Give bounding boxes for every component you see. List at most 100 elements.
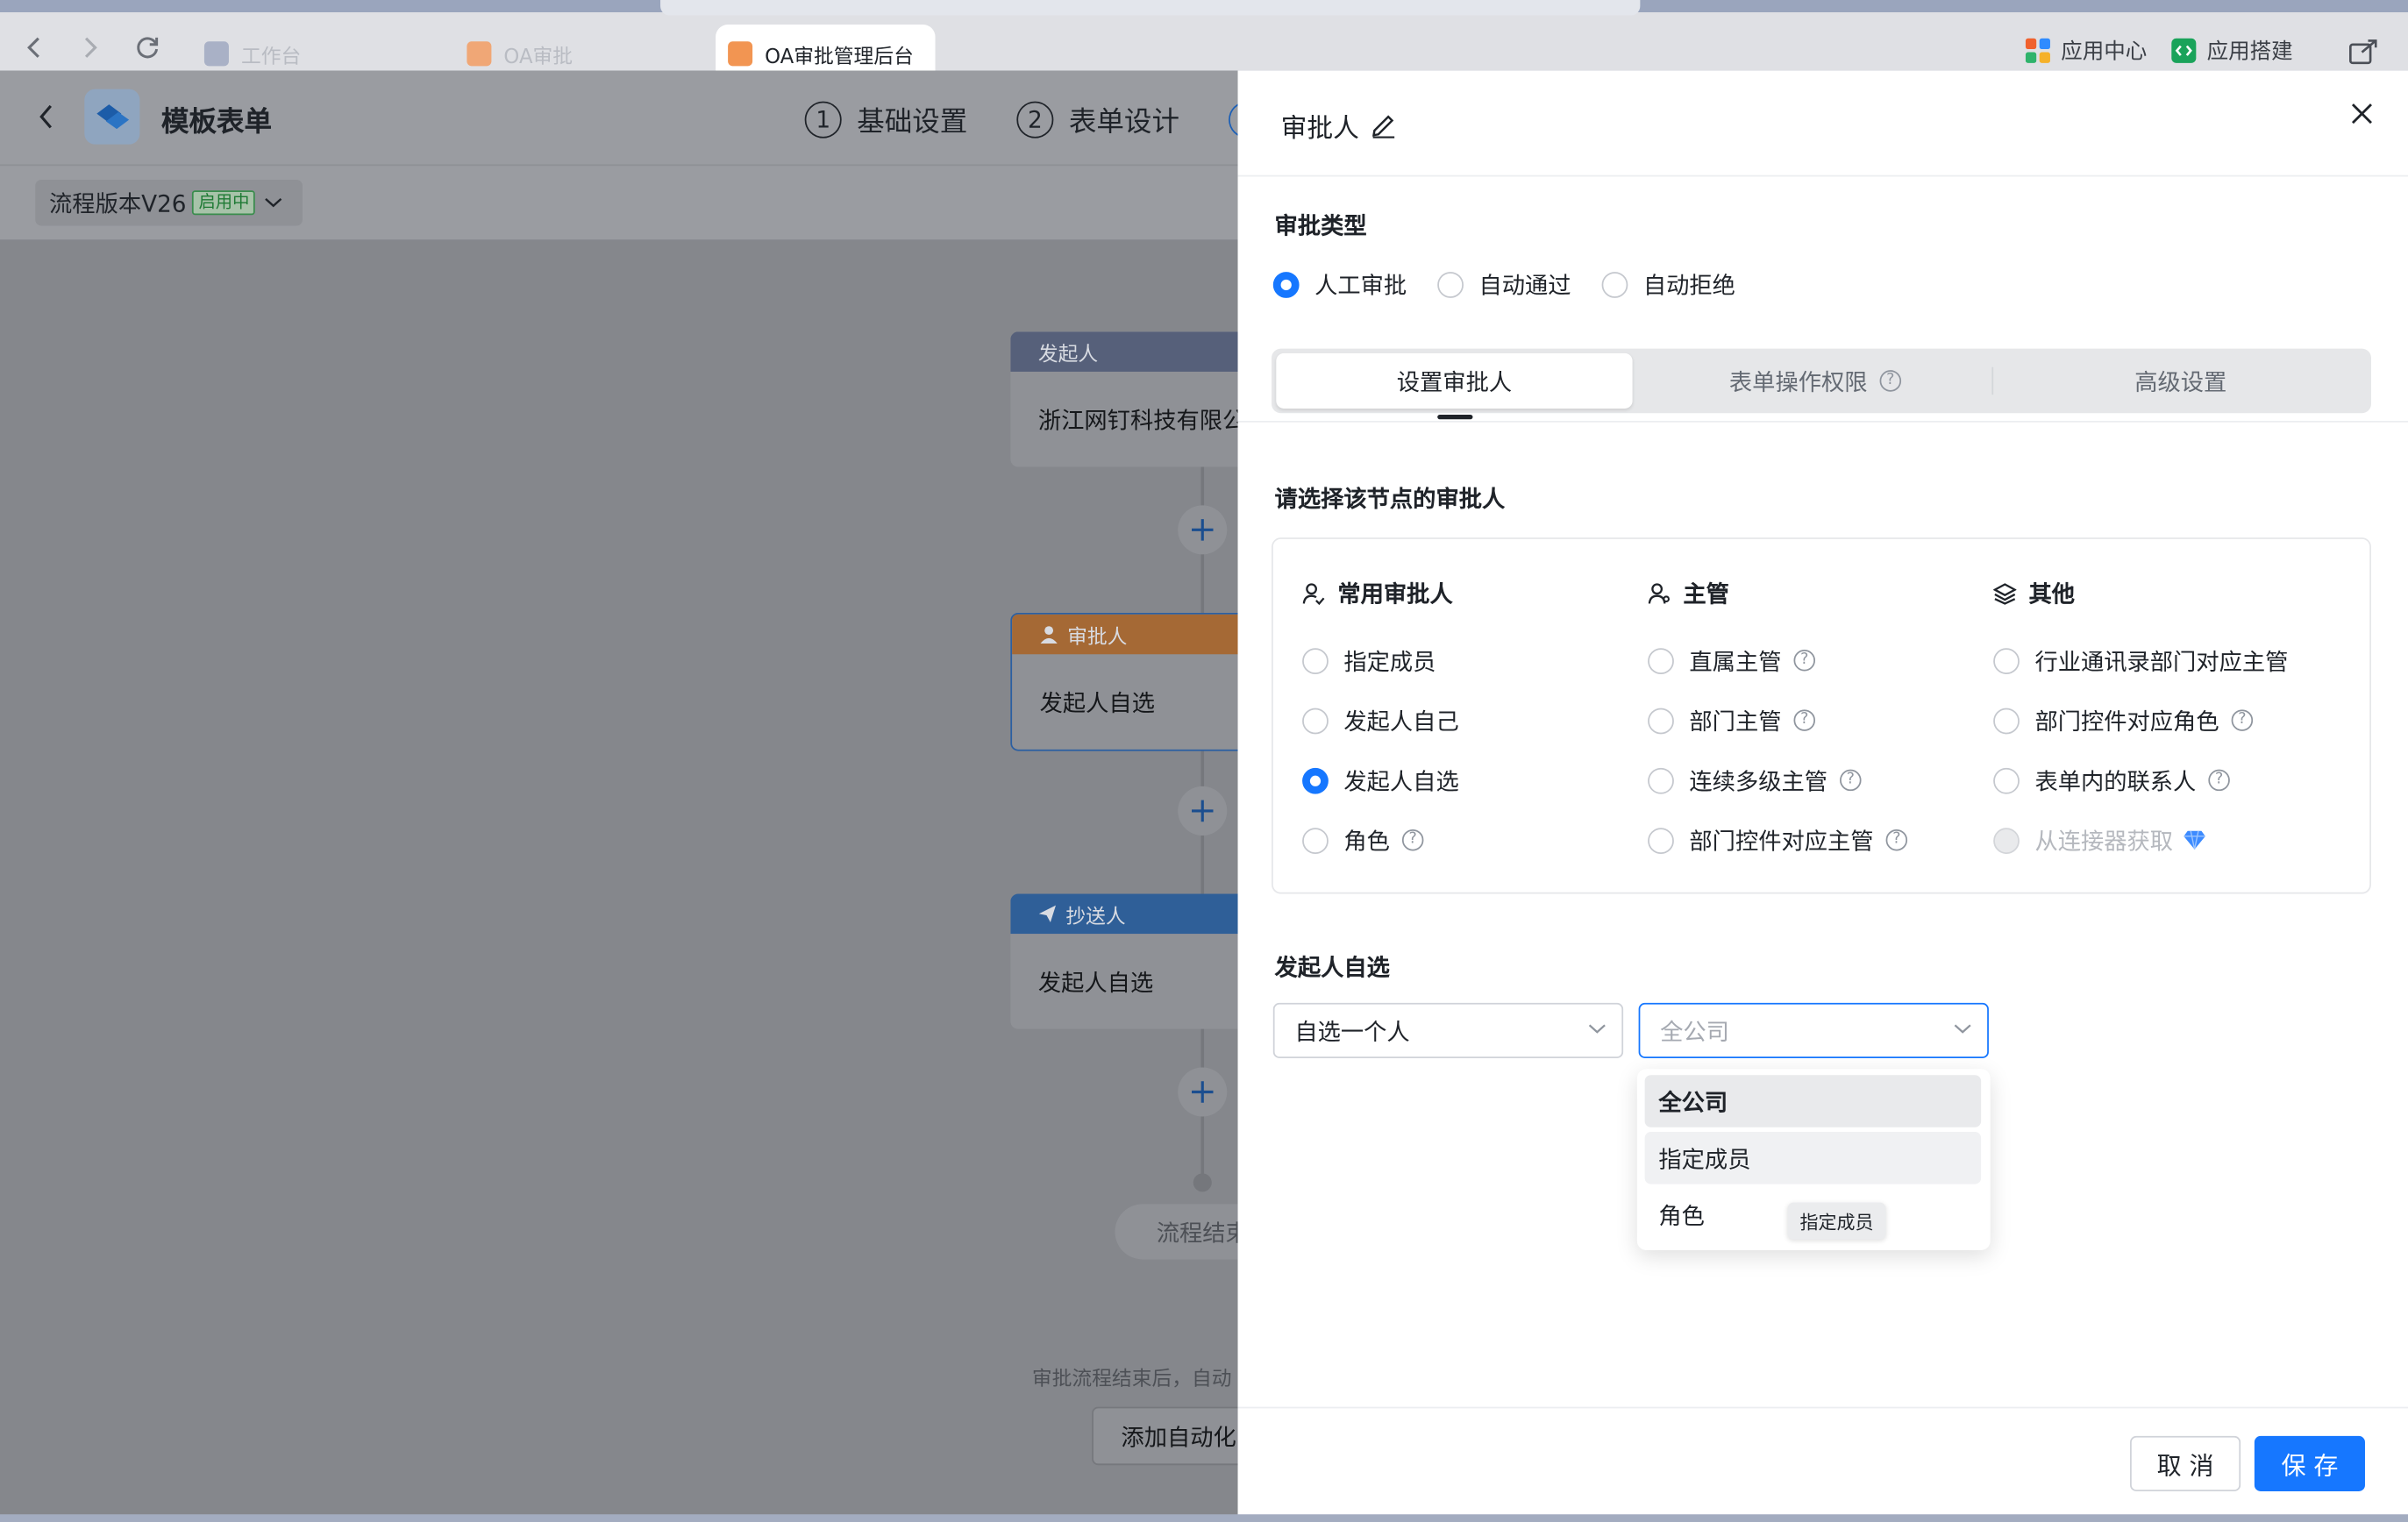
radio-button[interactable] bbox=[1648, 707, 1674, 734]
app-builder-button[interactable]: 应用搭建 bbox=[2170, 34, 2293, 68]
radio-label: 自动拒绝 bbox=[1642, 271, 1735, 299]
drawer-footer: 取 消 保 存 bbox=[1237, 1406, 2408, 1522]
option-label: 部门控件对应主管 bbox=[1689, 827, 1874, 855]
cancel-button[interactable]: 取 消 bbox=[2130, 1435, 2241, 1491]
radio-button[interactable] bbox=[1302, 827, 1329, 854]
self-select-mode-dropdown[interactable]: 自选一个人 bbox=[1272, 1002, 1624, 1058]
option-label: 部门控件对应角色 bbox=[2034, 707, 2219, 736]
radio-manual-approval[interactable]: 人工审批 bbox=[1272, 267, 1407, 302]
radio-button bbox=[1993, 827, 2020, 854]
radio-label: 人工审批 bbox=[1314, 271, 1407, 299]
radio-button[interactable] bbox=[1302, 707, 1329, 734]
app-center-button[interactable]: 应用中心 bbox=[2024, 34, 2147, 68]
back-icon[interactable] bbox=[34, 102, 59, 132]
self-select-label: 发起人自选 bbox=[1274, 953, 1390, 982]
template-logo-icon bbox=[84, 89, 140, 145]
menu-item-specified-member[interactable]: 指定成员 bbox=[1644, 1132, 1982, 1184]
workbench-icon bbox=[203, 41, 229, 67]
drawer-title-label: 审批人 bbox=[1280, 112, 1359, 144]
tab-form-permissions[interactable]: 表单操作权限 ? bbox=[1637, 353, 1993, 409]
approver-options-box: 常用审批人 指定成员 发起人自己 发起人自选 角色 ? 主管 直属主管 ? 部门… bbox=[1272, 537, 2371, 894]
open-window-icon[interactable] bbox=[2347, 35, 2381, 69]
step-number: 1 bbox=[804, 101, 842, 139]
radio-auto-reject[interactable]: 自动拒绝 bbox=[1601, 267, 1735, 302]
add-node-button[interactable] bbox=[1178, 505, 1228, 555]
menu-item-whole-company[interactable]: 全公司 bbox=[1644, 1075, 1982, 1127]
radio-button[interactable] bbox=[1993, 707, 2020, 734]
flow-node-cc[interactable]: 抄送人 发起人自选 bbox=[1010, 893, 1257, 1029]
radio-button[interactable] bbox=[1601, 271, 1628, 297]
option-industry-dept-supervisor[interactable]: 行业通讯录部门对应主管 bbox=[1993, 644, 2288, 678]
radio-auto-pass[interactable]: 自动通过 bbox=[1437, 267, 1571, 302]
radio-button[interactable] bbox=[1272, 271, 1300, 297]
step-form-design[interactable]: 2 表单设计 bbox=[1016, 98, 1179, 141]
help-icon: ? bbox=[1879, 370, 1902, 392]
node-header: 审批人 bbox=[1012, 614, 1255, 655]
tab-advanced-settings[interactable]: 高级设置 bbox=[1997, 353, 2365, 409]
tab-set-approver[interactable]: 设置审批人 bbox=[1276, 352, 1633, 409]
tooltip: 指定成员 bbox=[1787, 1202, 1886, 1240]
node-header-label: 审批人 bbox=[1067, 625, 1128, 650]
option-label: 连续多级主管 bbox=[1689, 767, 1828, 795]
radio-button[interactable] bbox=[1302, 767, 1329, 793]
dropdown-value: 自选一个人 bbox=[1294, 1017, 1410, 1046]
page-header: 模板表单 1 基础设置 2 表单设计 bbox=[0, 70, 1250, 167]
option-label: 指定成员 bbox=[1343, 647, 1436, 675]
radio-button[interactable] bbox=[1437, 271, 1464, 297]
scope-dropdown[interactable]: 全公司 bbox=[1638, 1002, 1989, 1058]
radio-button[interactable] bbox=[1648, 827, 1674, 854]
option-label: 发起人自己 bbox=[1343, 707, 1459, 736]
settings-tabs: 设置审批人 表单操作权限 ? 高级设置 bbox=[1272, 348, 2371, 414]
bottom-note: 审批流程结束后，自动 bbox=[1031, 1368, 1232, 1392]
option-direct-supervisor[interactable]: 直属主管 ? bbox=[1648, 644, 1816, 678]
forward-arrow-icon[interactable] bbox=[74, 31, 108, 65]
flow-node-approver[interactable]: 审批人 发起人自选 bbox=[1010, 612, 1257, 751]
user-check-icon bbox=[1302, 582, 1325, 605]
option-role[interactable]: 角色 ? bbox=[1302, 823, 1424, 857]
code-icon bbox=[2171, 38, 2197, 63]
plus-icon bbox=[1191, 519, 1214, 541]
option-department-supervisor[interactable]: 部门主管 ? bbox=[1648, 703, 1816, 737]
node-body: 发起人自选 bbox=[1039, 688, 1155, 717]
approver-drawer: 审批人 审批类型 人工审批 自动通过 自动拒绝 设置审批人 表单操作权限 ? 高… bbox=[1237, 70, 2408, 1522]
flow-end-dot bbox=[1193, 1173, 1212, 1192]
edit-pencil-icon[interactable] bbox=[1370, 110, 1398, 139]
back-arrow-icon[interactable] bbox=[17, 31, 51, 65]
page-background: 模板表单 1 基础设置 2 表单设计 流程版本V26 启用中 发起人 浙江网钉科… bbox=[0, 70, 1315, 1522]
option-label: 表单内的联系人 bbox=[2034, 767, 2197, 795]
layers-icon bbox=[1993, 582, 2017, 604]
help-icon: ? bbox=[2208, 769, 2230, 792]
option-initiator-self[interactable]: 发起人自己 bbox=[1302, 703, 1459, 737]
help-icon: ? bbox=[1793, 649, 1816, 672]
step-basic-settings[interactable]: 1 基础设置 bbox=[804, 98, 968, 141]
save-button[interactable]: 保 存 bbox=[2254, 1435, 2365, 1491]
option-initiator-select[interactable]: 发起人自选 bbox=[1302, 764, 1459, 798]
reload-icon[interactable] bbox=[131, 31, 165, 65]
approval-type-label: 审批类型 bbox=[1274, 211, 1367, 240]
radio-button[interactable] bbox=[1302, 647, 1329, 674]
add-node-button[interactable] bbox=[1178, 786, 1228, 836]
chevron-down-icon bbox=[265, 197, 282, 208]
close-icon[interactable] bbox=[2349, 102, 2374, 126]
select-approver-label: 请选择该节点的审批人 bbox=[1274, 485, 1506, 514]
option-dept-control-role[interactable]: 部门控件对应角色 ? bbox=[1993, 703, 2254, 737]
option-form-contact[interactable]: 表单内的联系人 ? bbox=[1993, 764, 2230, 798]
radio-button[interactable] bbox=[1648, 767, 1674, 793]
window-bottom-edge bbox=[0, 1514, 2408, 1522]
radio-button[interactable] bbox=[1993, 647, 2020, 674]
page-title: 模板表单 bbox=[160, 105, 272, 139]
option-multilevel-supervisor[interactable]: 连续多级主管 ? bbox=[1648, 764, 1862, 798]
column-title: 常用审批人 bbox=[1337, 580, 1453, 608]
drawer-title: 审批人 bbox=[1281, 104, 1398, 145]
step-label: 基础设置 bbox=[857, 105, 968, 139]
radio-button[interactable] bbox=[1648, 647, 1674, 674]
help-icon: ? bbox=[1401, 829, 1424, 851]
option-specified-member[interactable]: 指定成员 bbox=[1302, 644, 1436, 678]
radio-button[interactable] bbox=[1993, 767, 2020, 793]
option-label: 角色 bbox=[1343, 827, 1390, 855]
flow-node-initiator[interactable]: 发起人 浙江网钉科技有限公 bbox=[1010, 331, 1257, 467]
add-node-button[interactable] bbox=[1178, 1067, 1228, 1117]
tab-label: 表单操作权限 bbox=[1728, 367, 1868, 396]
version-selector[interactable]: 流程版本V26 启用中 bbox=[35, 179, 303, 226]
option-dept-control-supervisor[interactable]: 部门控件对应主管 ? bbox=[1648, 823, 1908, 857]
